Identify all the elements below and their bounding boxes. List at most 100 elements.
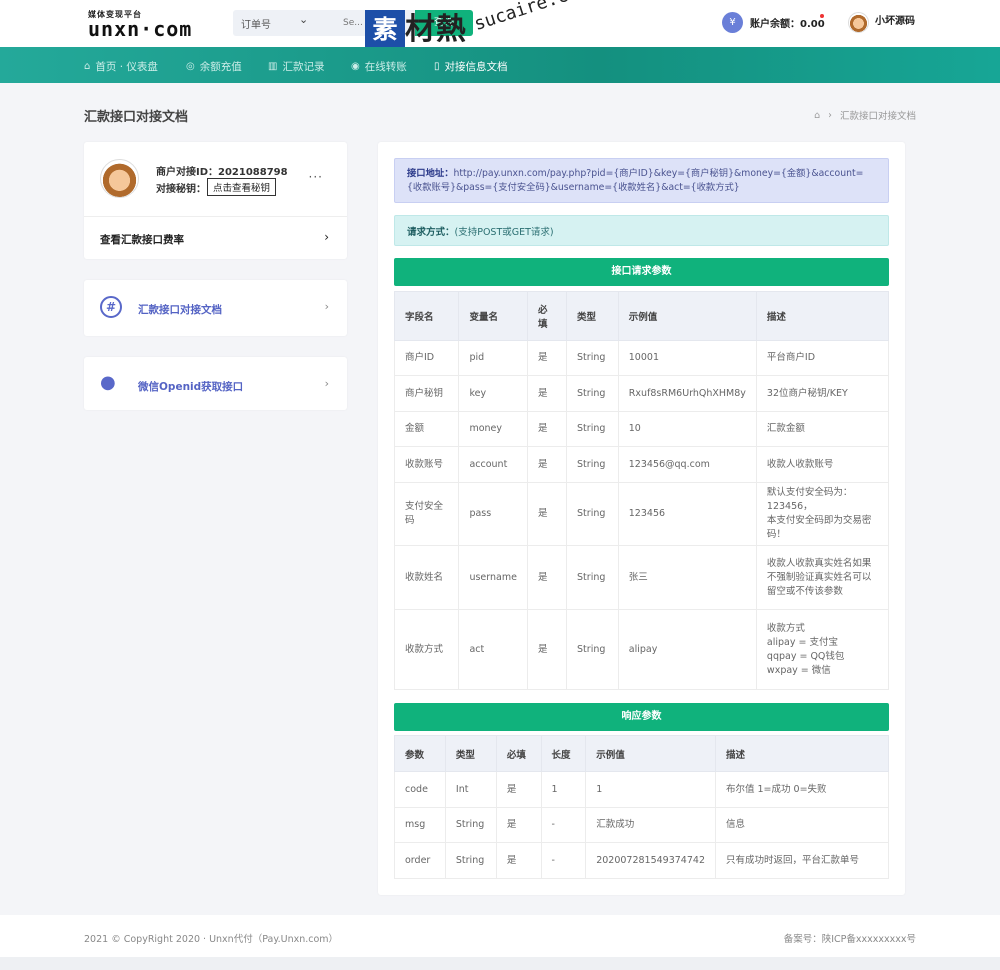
table-cell: 是 [526,340,568,376]
merchant-id: 商户对接ID：2021088798 [156,167,288,178]
table-cell: 张三 [617,545,757,610]
page-title: 汇款接口对接文档 [84,110,189,125]
api-address-label: 接口地址： [407,168,454,179]
rate-link[interactable]: 查看汇款接口费率 [100,232,184,247]
table-cell: String [566,340,619,376]
transfer-icon: ◉ [351,61,360,72]
column-header: 字段名 [393,291,460,341]
api-address-value: http://pay.unxn.com/pay.php?pid={商户ID}&k… [407,168,864,193]
request-method-label: 请求方式： [407,227,455,238]
more-icon[interactable]: ··· [309,170,323,184]
breadcrumb-current: 汇款接口对接文档 [839,111,916,122]
table-cell: 收款方式 [393,609,460,690]
column-header: 参数 [394,735,446,772]
table-cell: money [458,411,528,447]
logo[interactable]: 媒体变现平台 unxn·com [88,10,192,39]
nav-item-dashboard[interactable]: ⌂ 首页 · 仪表盘 [84,59,158,74]
table-cell: 1 [540,771,587,808]
request-params-header: 接口请求参数 [394,258,889,286]
side-menu-label: 微信Openid获取接口 [138,381,244,393]
chart-icon: ▥ [268,61,278,72]
icp-number[interactable]: 备案号：陕ICP备xxxxxxxxx号 [784,931,916,945]
table-cell: key [458,375,528,412]
api-address: 接口地址：http://pay.unxn.com/pay.php?pid={商户… [394,158,889,203]
side-menu-wechat[interactable]: ● 微信Openid获取接口 › [84,357,347,410]
account-balance[interactable]: ¥ 账户余额：0.00 [722,12,825,33]
table-row: 收款姓名 username 是 String 张三 收款人收款真实姓名如果不强制验证真实姓… [393,545,890,610]
table-cell: 收款方式 alipay = 支付宝 qqpay = QQ钱包 wxpay = 微… [755,609,890,690]
search-type-select[interactable]: 订单号 [241,16,271,31]
side-menu-doc[interactable]: # 汇款接口对接文档 › [84,280,347,336]
table-row: 收款方式 act 是 String alipay 收款方式 alipay = 支付宝 qq… [393,609,890,690]
column-header: 变量名 [458,291,528,341]
table-cell: - [540,807,587,843]
top-bar: 媒体变现平台 unxn·com 订单号 ⌄ 查询 素 材熱 sucaire.co… [0,0,1000,50]
chevron-right-icon: › [828,109,832,121]
nav-item-transfer[interactable]: ◉ 在线转账 [351,59,407,74]
table-cell: 布尔值 1=成功 0=失败 [714,771,890,808]
breadcrumb: ⌂ › 汇款接口对接文档 [814,108,916,123]
home-icon[interactable]: ⌂ [814,110,820,121]
watermark-text: 材熱 [405,12,467,47]
table-cell: 收款人收款账号 [755,446,890,483]
table-cell: Int [444,771,497,808]
table-cell: 是 [495,842,542,879]
table-cell: order [394,842,446,879]
table-cell: 默认支付安全码为： 123456， 本支付安全码即为交易密码！ [755,482,890,546]
table-cell: String [566,545,619,610]
table-cell: 收款姓名 [393,545,460,610]
nav-item-records[interactable]: ▥ 汇款记录 [268,59,324,74]
nav-item-docs[interactable]: ▯ 对接信息文档 [434,59,508,74]
user-menu[interactable]: 小坏源码 [848,12,915,33]
side-menu-label: 汇款接口对接文档 [138,304,222,316]
balance-label: 账户余额：0.00 [750,19,825,30]
yen-icon: ¥ [722,12,743,33]
request-method: 请求方式：(支持POST或GET请求) [394,215,889,246]
footer: 2021 © CopyRight 2020 · Unxn代付（Pay.Unxn.… [0,915,1000,957]
hash-icon: # [100,296,122,318]
table-cell: 金额 [393,411,460,447]
column-header: 描述 [714,735,890,772]
chevron-right-icon: › [324,300,329,313]
table-cell: 123456 [617,482,757,546]
table-cell: username [458,545,528,610]
table-row: code Int 是 1 1 布尔值 1=成功 0=失败 [394,771,890,808]
column-header: 必填 [495,735,542,772]
watermark-logo: 素 [365,10,405,50]
table-cell: 信息 [714,807,890,843]
chevron-right-icon: › [324,377,329,390]
nav-label: 首页 · 仪表盘 [95,61,158,73]
column-header: 必填 [526,291,568,341]
logo-name: unxn·com [88,17,193,41]
avatar [848,12,869,33]
main-nav: ⌂ 首页 · 仪表盘 ◎ 余额充值 ▥ 汇款记录 ◉ 在线转账 ▯ 对接信息文档 [0,47,1000,83]
table-cell: String [566,446,619,483]
table-cell: 1 [585,771,716,808]
column-header: 类型 [566,291,619,341]
table-cell: act [458,609,528,690]
column-header: 示例值 [617,291,757,341]
table-cell: String [566,609,619,690]
table-cell: String [566,375,619,412]
table-row: 商户秘钥 key 是 String Rxuf8sRM6UrhQhXHM8y 32位商户秘钥… [393,375,890,412]
table-cell: 32位商户秘钥/KEY [755,375,890,412]
table-cell: pid [458,340,528,376]
table-cell: 202007281549374742 [585,842,716,879]
table-cell: 是 [526,482,568,546]
table-cell: 收款人收款真实姓名如果不强制验证真实姓名可以留空或不传该参数 [755,545,890,610]
table-cell: - [540,842,587,879]
divider [84,216,347,217]
avatar [100,159,139,198]
watermark-url: sucaire.com [471,0,592,35]
view-secret-button[interactable]: 点击查看秘钥 [207,178,277,196]
wechat-icon: ● [100,372,116,393]
table-cell: 10001 [617,340,757,376]
table-cell: 是 [526,411,568,447]
table-cell: msg [394,807,446,843]
nav-item-recharge[interactable]: ◎ 余额充值 [186,59,242,74]
chevron-down-icon[interactable]: ⌄ [299,13,308,26]
chevron-right-icon: › [324,230,329,244]
table-cell: 平台商户ID [755,340,890,376]
table-cell: 是 [526,375,568,412]
request-params-table: 字段名 变量名 必填 类型 示例值 描述 商户ID pid 是 String 10001 平台商户I… [393,291,890,690]
